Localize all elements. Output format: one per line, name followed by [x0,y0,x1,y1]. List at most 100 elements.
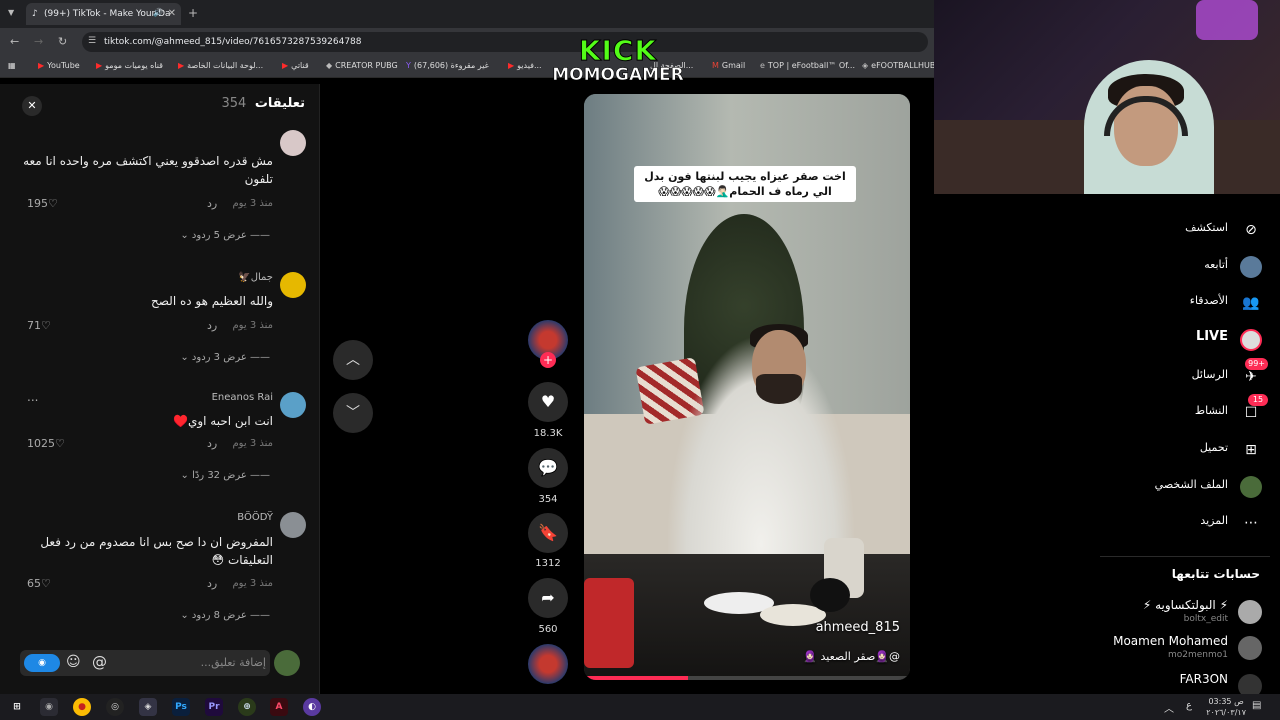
follow-plus-icon[interactable]: + [540,352,556,368]
chevron-down-icon: ﹀ [346,405,360,421]
commenter-avatar[interactable] [280,392,306,418]
chevron-down-icon: ⌄ [180,352,189,363]
sidebar-item-following[interactable]: أتابعه [1100,252,1270,282]
bookmark-item[interactable]: ▶ قناتي [282,61,309,70]
bookmark-item[interactable]: ▶ لوحة البيانات الخاصة... [178,61,263,70]
commenter-name[interactable]: Eneanos Rai [212,392,273,403]
bookmark-item[interactable]: Y غير مقروءة (67,606) [406,61,489,70]
close-comments-icon[interactable]: ✕ [22,96,42,116]
bookmark-item[interactable]: ▶ قناه يوميات مومو [96,61,163,70]
video-description[interactable]: @🧕🏻صقر الصعيد 🧕🏻 [803,650,900,663]
new-tab-icon[interactable]: + [188,6,198,20]
comment-like-button[interactable]: 195♡ [27,197,58,210]
url-field[interactable]: ☰ tiktok.com/@ahmeed_815/video/761657328… [82,32,928,52]
following-account[interactable]: FAR3ON [1100,670,1270,694]
chevron-up-icon: ︿ [346,352,360,368]
stream-overlay-logo: KICK MOMOGAMER [548,35,688,84]
video-progress-fill [584,676,689,680]
sidebar-item-friends[interactable]: 👥 الأصدقاء [1100,288,1270,318]
close-tab-icon[interactable]: ✕ [168,8,176,19]
browser-tab-tiktok[interactable]: ♪ (99+) TikTok - Make Your Da 🔊 ✕ [26,3,181,25]
chrome-icon[interactable]: ● [73,698,91,716]
comment-like-button[interactable]: 1025♡ [27,437,65,450]
language-indicator[interactable]: ع [1186,700,1192,711]
clock[interactable]: 03:35 ص ٢٠٢٦/٠٣/١٧ [1206,696,1246,718]
next-video-button[interactable]: ﹀ [333,393,373,433]
apps-grid-icon[interactable]: ▦ [8,61,16,70]
bookmark-item[interactable]: ▶ فيديو... [508,61,542,70]
discord-icon[interactable]: ◐ [303,698,321,716]
more-icon: ⋯ [1244,515,1258,531]
comment-like-button[interactable]: 71♡ [27,319,51,332]
site-info-icon[interactable]: ☰ [88,36,96,46]
bookmark-item[interactable]: ◈ eFOOTBALLHUB [862,61,935,70]
bookmark-item[interactable]: M Gmail [712,61,745,70]
tray-chevron-icon[interactable]: ︿ [1164,700,1174,715]
video-progress-bar[interactable] [584,676,910,680]
bookmark-item[interactable]: ◆ CREATOR PUBG [326,61,398,70]
video-caption: اخت صقر عيزاه يجيب لبنتها فون بدل الي رم… [634,166,856,202]
sidebar-item-profile[interactable]: الملف الشخصي [1100,472,1270,502]
sidebar-item-more[interactable]: ⋯ المزيد [1100,508,1270,538]
app-icon[interactable]: ◎ [106,698,124,716]
bookmark-icon: 🔖 [538,523,558,542]
profile-icon [1240,476,1262,498]
reload-icon[interactable]: ↻ [58,35,67,48]
mention-icon[interactable]: @ [92,653,107,671]
comment-like-button[interactable]: 65♡ [27,577,51,590]
like-button[interactable]: ♥ [528,382,568,422]
back-icon[interactable]: ← [10,35,19,48]
app-icon[interactable]: ◈ [139,698,157,716]
sidebar-item-messages[interactable]: ✈ 99+ الرسائل [1100,358,1270,392]
commenter-avatar[interactable] [280,130,306,156]
sidebar-item-live[interactable]: LIVE [1100,325,1270,355]
video-player[interactable]: اخت صقر عيزاه يجيب لبنتها فون بدل الي رم… [584,94,910,680]
commenter-name[interactable]: BÖÖDŸ [237,512,273,523]
view-replies-button[interactable]: —— عرض 32 ردًا ⌄ [180,470,270,481]
save-button[interactable]: 🔖 [528,513,568,553]
windows-start-icon[interactable]: ⊞ [8,698,26,716]
video-author[interactable]: ahmeed_815 [816,620,900,635]
commenter-name[interactable]: جمال🦅 [238,272,273,283]
comment-button[interactable]: 💬 [528,448,568,488]
comment-more-icon[interactable]: ... [27,390,38,404]
commenter-avatar[interactable] [280,272,306,298]
app-icon[interactable]: ◉ [40,698,58,716]
view-replies-button[interactable]: —— عرض 5 ردود ⌄ [180,230,270,241]
previous-video-button[interactable]: ︿ [333,340,373,380]
activity-badge: 15 [1248,394,1268,406]
following-account[interactable]: ⚡ البولتكساويه ⚡ boltx_edit [1100,596,1270,630]
youtube-icon: ▶ [178,61,185,70]
emoji-icon[interactable]: ☺ [66,654,81,670]
notifications-icon[interactable]: ▤ [1252,700,1261,711]
reply-button[interactable]: رد [207,197,217,210]
extension-toggle-icon[interactable]: ◉ [24,654,60,672]
sidebar-item-activity[interactable]: ☐ 15 النشاط [1100,394,1270,428]
windows-taskbar: ⊞ ◉ ● ◎ ◈ Ps Pr ⊕ A ◐ ︿ ع 03:35 ص ٢٠٢٦/٠… [0,694,1280,720]
sidebar-item-explore[interactable]: ⊘ استكشف [1100,215,1270,245]
commenter-avatar[interactable] [280,512,306,538]
music-disc-icon[interactable] [528,644,568,684]
browser-tab-bar: ▼ ♪ (99+) TikTok - Make Your Da 🔊 ✕ + [0,0,934,28]
view-replies-button[interactable]: —— عرض 8 ردود ⌄ [180,610,270,621]
following-account[interactable]: Moamen Mohamed mo2menmo1 [1100,632,1270,666]
tab-search-icon[interactable]: ▼ [8,8,14,17]
share-arrow-icon: ➦ [541,588,555,607]
reply-button[interactable]: رد [207,437,217,450]
gmail-icon: M [712,61,719,70]
adobe-icon[interactable]: A [270,698,288,716]
sidebar-item-upload[interactable]: ⊞ تحميل [1100,435,1270,465]
sound-icon[interactable]: 🔊 [153,8,163,17]
reply-button[interactable]: رد [207,577,217,590]
view-replies-button[interactable]: —— عرض 3 ردود ⌄ [180,352,270,363]
app-icon[interactable]: ⊕ [238,698,256,716]
reply-button[interactable]: رد [207,319,217,332]
premiere-icon[interactable]: Pr [205,698,223,716]
comment-input[interactable]: إضافة تعليق... [201,656,266,669]
photoshop-icon[interactable]: Ps [172,698,190,716]
share-button[interactable]: ➦ [528,578,568,618]
forward-icon[interactable]: → [34,35,43,48]
upload-icon: ⊞ [1245,442,1257,458]
bookmark-item[interactable]: ▶ YouTube [38,61,80,70]
bookmark-item[interactable]: e TOP | eFootball™ Of... [760,61,855,70]
